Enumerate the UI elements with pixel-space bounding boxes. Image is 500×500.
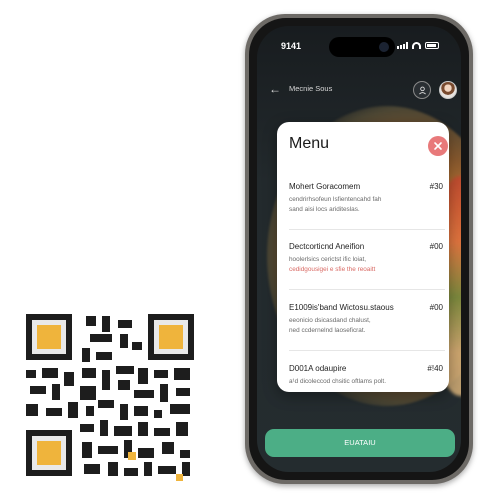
- account-button[interactable]: [413, 81, 431, 99]
- menu-item-description-line: ned ccdernelnd laoseficrat.: [289, 327, 366, 334]
- menu-item-name: Dectcorticnd Aneifion: [289, 242, 365, 251]
- phone-bezel: 9141 ← Mecnie Sous Menu Mohert Goracomem…: [249, 18, 469, 480]
- app-bar-title: Mecnie Sous: [289, 84, 333, 93]
- menu-item-description-line: cendrirhsofeun lsfientencahd fah: [289, 196, 382, 203]
- camera-icon: [379, 42, 389, 52]
- menu-item-description-line: hoolerlsics cerictst ific loiat,: [289, 256, 367, 263]
- menu-item-price: #00: [429, 303, 443, 312]
- avatar[interactable]: [439, 81, 457, 99]
- close-button[interactable]: [428, 136, 448, 156]
- menu-item[interactable]: Mohert Goracomem #30 cendrirhsofeun lsfi…: [289, 182, 443, 230]
- menu-item-price: #00: [429, 242, 443, 251]
- menu-item-description-line: eeonicio dsicasdand chalust,: [289, 317, 371, 324]
- cellular-signal-icon: [397, 42, 408, 49]
- menu-item-description: cendrirhsofeun lsfientencahd fah sand ai…: [289, 195, 381, 215]
- menu-item[interactable]: Dectcorticnd Aneifion #00 hoolerlsics ce…: [289, 242, 443, 290]
- menu-item-description-line: sand aisi locs ariditeslas.: [289, 206, 360, 213]
- status-time: 9141: [281, 41, 302, 51]
- menu-item-description-highlight: cedidgousigei e sfie the reoaitt: [289, 266, 376, 273]
- divider: [289, 289, 445, 290]
- phone-frame: 9141 ← Mecnie Sous Menu Mohert Goracomem…: [245, 14, 473, 484]
- divider: [289, 229, 445, 230]
- menu-item-description: eeonicio dsicasdand chalust, ned ccderne…: [289, 316, 371, 336]
- divider: [289, 350, 445, 351]
- menu-item-description: hoolerlsics cerictst ific loiat, cedidgo…: [289, 255, 375, 275]
- user-icon: [419, 86, 426, 95]
- menu-title: Menu: [289, 135, 330, 152]
- close-icon: [434, 142, 442, 150]
- status-icons: [397, 42, 439, 49]
- wifi-icon: [412, 42, 421, 49]
- menu-item-name: E1009is'band Wictosu.staous: [289, 303, 394, 312]
- primary-action-button[interactable]: EUATAIU: [265, 429, 455, 457]
- menu-item-description: a¹d dicoleccod chsitic oftlams polt.: [289, 377, 386, 387]
- menu-item[interactable]: D001A odaupire #!40 a¹d dicoleccod chsit…: [289, 364, 443, 412]
- qr-code: [24, 312, 194, 484]
- menu-item-price: #!40: [427, 364, 443, 373]
- battery-icon: [425, 42, 439, 49]
- menu-item[interactable]: E1009is'band Wictosu.staous #00 eeonicio…: [289, 303, 443, 351]
- dynamic-island: [329, 37, 395, 57]
- menu-item-description-line: a¹d dicoleccod chsitic oftlams polt.: [289, 378, 386, 385]
- menu-item-price: #30: [429, 182, 443, 191]
- menu-item-name: Mohert Goracomem: [289, 182, 361, 191]
- menu-card: Menu Mohert Goracomem #30 cendrirhsofeun…: [277, 122, 449, 392]
- app-bar: ← Mecnie Sous: [257, 78, 461, 104]
- app-screen: 9141 ← Mecnie Sous Menu Mohert Goracomem…: [257, 26, 461, 472]
- back-arrow-icon[interactable]: ←: [269, 82, 281, 96]
- menu-item-name: D001A odaupire: [289, 364, 347, 373]
